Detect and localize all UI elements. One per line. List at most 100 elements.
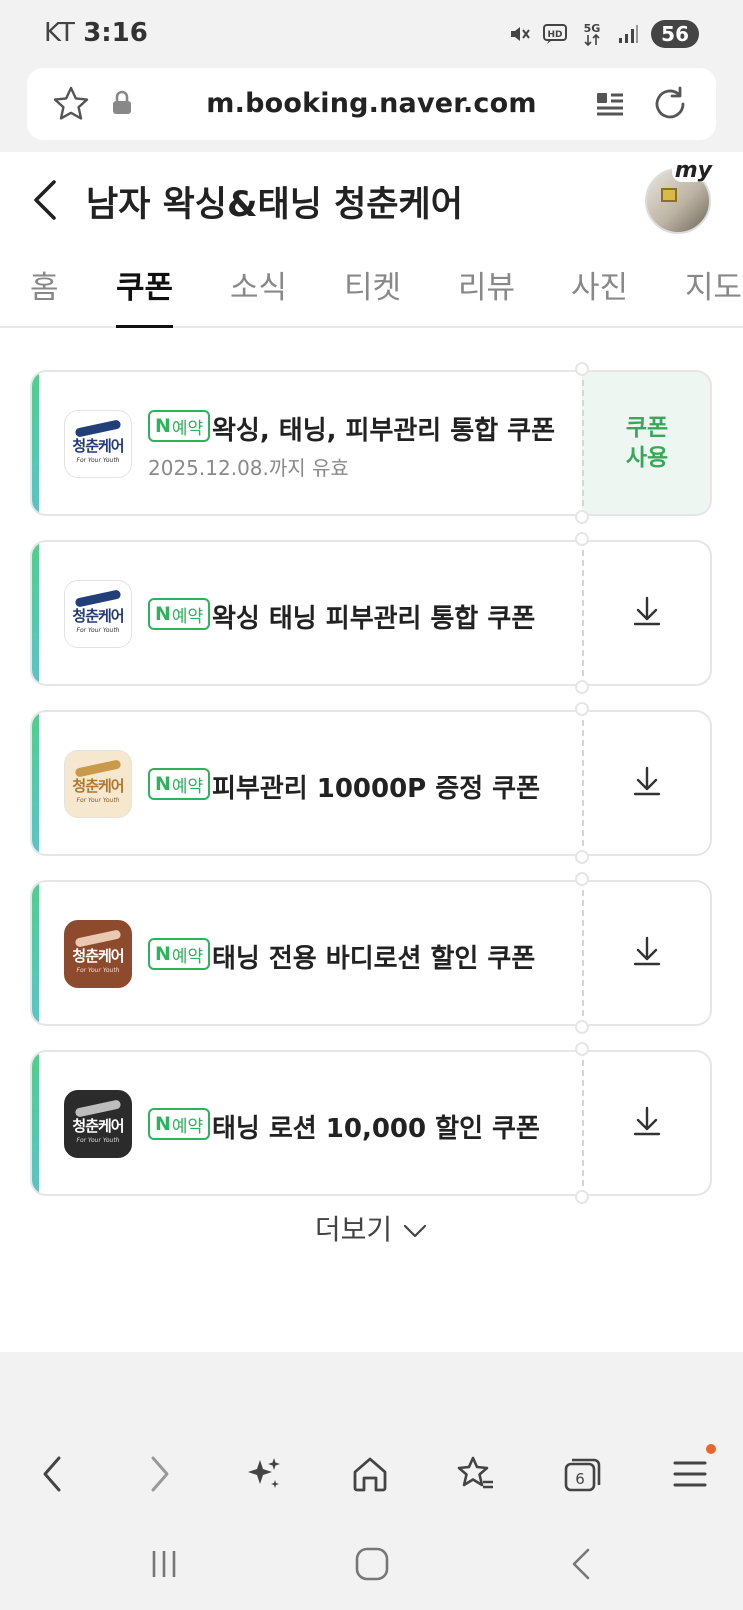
notification-dot [706, 1444, 716, 1454]
ticket-notch [575, 362, 589, 376]
badge-n: N [155, 1113, 171, 1135]
download-coupon-button[interactable] [582, 710, 712, 856]
tab-photo[interactable]: 사진 [571, 262, 628, 326]
use-coupon-label-line1: 쿠폰 [625, 415, 669, 441]
coupon-title: 태닝 로션 10,000 할인 쿠폰 [212, 1114, 540, 1144]
tab-ticket[interactable]: 티켓 [344, 262, 401, 326]
badge-label: 예약 [171, 946, 204, 967]
carrier-label: KT [44, 18, 75, 48]
download-coupon-button[interactable] [582, 540, 712, 686]
ticket-notch [575, 850, 589, 864]
coupon-card: 청춘케어 For Your Youth N 예약 태닝 로션 10,000 할인 … [30, 1042, 712, 1204]
shop-logo: 청춘케어 For Your Youth [64, 1090, 132, 1158]
tab-coupon[interactable]: 쿠폰 [116, 262, 174, 328]
menu-icon[interactable] [668, 1452, 712, 1496]
back-arrow-icon[interactable] [26, 176, 66, 224]
logo-name: 청춘케어 [72, 1117, 124, 1135]
logo-subtitle: For Your Youth [76, 457, 120, 464]
signal-icon [615, 21, 641, 47]
avatar-my-badge: my [671, 160, 715, 182]
svg-text:5G: 5G [584, 22, 601, 35]
logo-subtitle: For Your Youth [76, 1137, 120, 1144]
shop-logo: 청춘케어 For Your Youth [64, 410, 132, 478]
tab-news[interactable]: 소식 [230, 262, 287, 326]
status-carrier-time: KT 3:16 [44, 18, 148, 48]
logo-subtitle: For Your Youth [76, 967, 120, 974]
coupon-title: 왁싱 태닝 피부관리 통합 쿠폰 [212, 604, 536, 634]
badge-label: 예약 [171, 606, 204, 627]
coupon-body[interactable]: 청춘케어 For Your Youth N 예약 태닝 전용 바디로션 할인 쿠폰 [30, 880, 582, 1026]
naver-booking-badge: N 예약 [148, 410, 211, 442]
tab-home[interactable]: 홈 [30, 262, 59, 326]
ticket-notch [575, 532, 589, 546]
browser-toolbar: 6 [0, 1424, 743, 1520]
nav-forward-icon[interactable] [138, 1452, 182, 1496]
status-bar: KT 3:16 HD 5G 56 [0, 0, 743, 66]
coupon-card: 청춘케어 For Your Youth N 예약 태닝 전용 바디로션 할인 쿠폰 [30, 872, 712, 1034]
naver-booking-badge: N 예약 [148, 768, 211, 800]
status-icons: HD 5G 56 [507, 20, 699, 48]
chevron-down-icon [404, 1224, 427, 1238]
coupon-body[interactable]: 청춘케어 For Your Youth N 예약 태닝 로션 10,000 할인 … [30, 1050, 582, 1196]
coupon-body[interactable]: 청춘케어 For Your Youth N 예약 피부관리 10000P 증정 쿠… [30, 710, 582, 856]
ticket-notch [575, 510, 589, 524]
mute-icon [507, 21, 533, 47]
tabs-count: 6 [575, 1470, 585, 1488]
home-icon[interactable] [348, 1452, 392, 1496]
reload-icon[interactable] [650, 84, 690, 128]
logo-subtitle: For Your Youth [76, 627, 120, 634]
naver-booking-badge: N 예약 [148, 1108, 211, 1140]
system-home-icon[interactable] [352, 1544, 392, 1584]
tab-map[interactable]: 지도 [685, 262, 742, 326]
hd-voice-icon: HD [543, 21, 569, 47]
ticket-notch [575, 1042, 589, 1056]
address-bar[interactable]: m.booking.naver.com [27, 68, 716, 140]
tab-review[interactable]: 리뷰 [458, 262, 515, 326]
coupon-card: 청춘케어 For Your Youth N 예약 피부관리 10000P 증정 쿠… [30, 702, 712, 864]
shop-logo: 청춘케어 For Your Youth [64, 580, 132, 648]
coupon-title: 피부관리 10000P 증정 쿠폰 [212, 774, 541, 804]
coupon-card: 청춘케어 For Your Youth N 예약 왁싱 태닝 피부관리 통합 쿠폰 [30, 532, 712, 694]
show-more-label: 더보기 [314, 1213, 393, 1246]
download-icon [631, 595, 663, 631]
clock: 3:16 [83, 18, 148, 48]
use-coupon-label: 쿠폰 사용 [626, 413, 668, 473]
ticket-notch [575, 702, 589, 716]
nav-back-icon[interactable] [30, 1452, 74, 1496]
tabs-icon[interactable]: 6 [560, 1452, 604, 1496]
ticket-notch [575, 680, 589, 694]
my-profile-avatar[interactable]: my [645, 160, 715, 234]
tab-bar: 홈 쿠폰 소식 티켓 리뷰 사진 지도 [0, 252, 743, 328]
badge-label: 예약 [171, 1116, 204, 1137]
reader-mode-icon[interactable] [594, 88, 626, 124]
coupon-title: 태닝 전용 바디로션 할인 쿠폰 [212, 944, 536, 974]
system-back-icon[interactable] [562, 1544, 602, 1584]
logo-subtitle: For Your Youth [76, 797, 120, 804]
badge-n: N [155, 415, 171, 437]
download-coupon-button[interactable] [582, 880, 712, 1026]
ticket-notch [575, 1190, 589, 1204]
naver-booking-badge: N 예약 [148, 938, 211, 970]
svg-text:HD: HD [548, 30, 563, 40]
recent-apps-icon[interactable] [144, 1544, 184, 1584]
page-content: 남자 왁싱&태닝 청춘케어 my 홈 쿠폰 소식 티켓 리뷰 사진 지도 청춘케… [0, 152, 743, 1352]
logo-name: 청춘케어 [72, 437, 124, 455]
logo-name: 청춘케어 [72, 777, 124, 795]
badge-label: 예약 [171, 418, 204, 439]
show-more-button[interactable]: 더보기 [0, 1208, 743, 1248]
shop-logo: 청춘케어 For Your Youth [64, 920, 132, 988]
bookmarks-icon[interactable] [454, 1452, 498, 1496]
download-coupon-button[interactable] [582, 1050, 712, 1196]
ai-sparkle-icon[interactable] [242, 1452, 286, 1496]
coupon-body[interactable]: 청춘케어 For Your Youth N 예약 왁싱, 태닝, 피부관리 통합 … [30, 370, 582, 516]
ticket-notch [575, 1020, 589, 1034]
coupon-card: 청춘케어 For Your Youth N 예약 왁싱, 태닝, 피부관리 통합 … [30, 362, 712, 524]
avatar-picture-frame [661, 188, 677, 202]
page-header: 남자 왁싱&태닝 청춘케어 my [0, 152, 743, 248]
coupon-body[interactable]: 청춘케어 For Your Youth N 예약 왁싱 태닝 피부관리 통합 쿠폰 [30, 540, 582, 686]
ticket-notch [575, 872, 589, 886]
5g-icon: 5G [579, 21, 605, 47]
badge-n: N [155, 773, 171, 795]
badge-label: 예약 [171, 776, 204, 797]
use-coupon-button[interactable]: 쿠폰 사용 [582, 370, 712, 516]
